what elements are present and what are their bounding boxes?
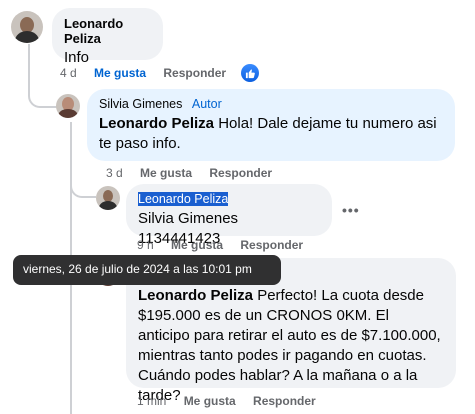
more-options-icon[interactable]: ••• (342, 202, 360, 218)
comment-text: Info (64, 49, 90, 66)
avatar[interactable] (56, 94, 80, 118)
like-icon[interactable] (241, 64, 259, 82)
comment-actions: 3 d Me gusta Responder (106, 166, 286, 180)
comment-bubble: Leonardo Peliza Info (52, 8, 163, 66)
like-button[interactable]: Me gusta (184, 394, 236, 408)
reply-button[interactable]: Responder (253, 394, 316, 408)
comment-time[interactable]: 1 min (137, 394, 166, 408)
comment-actions: 1 min Me gusta Responder (137, 394, 330, 408)
reply-button[interactable]: Responder (209, 166, 272, 180)
mention-link[interactable]: Silvia Gimenes (138, 210, 238, 227)
comment-text: Perfecto! La cuota desde $195.000 es de … (138, 287, 441, 404)
like-button[interactable]: Me gusta (94, 66, 146, 80)
comment-bubble: Leonardo Peliza Silvia Gimenes 113444142… (126, 184, 332, 247)
comment-time[interactable]: 4 d (60, 66, 77, 80)
avatar[interactable] (11, 11, 43, 43)
comment-author[interactable]: Leonardo Peliza (64, 16, 151, 46)
avatar[interactable] (96, 186, 120, 210)
thread-line-1 (28, 44, 60, 108)
like-button[interactable]: Me gusta (171, 238, 223, 252)
comment-bubble: Silvia Gimenes Autor Leonardo Peliza Hol… (87, 89, 455, 161)
comment-time[interactable]: 3 d (106, 166, 123, 180)
comment-author[interactable]: Leonardo Peliza (138, 192, 229, 206)
comment-time[interactable]: 9 h (137, 238, 154, 252)
mention-link[interactable]: Leonardo Peliza (99, 115, 214, 132)
timestamp-tooltip: viernes, 26 de julio de 2024 a las 10:01… (13, 255, 281, 285)
comment-author[interactable]: Silvia Gimenes (99, 97, 182, 111)
reply-button[interactable]: Responder (240, 238, 303, 252)
comment-actions: 4 d Me gusta Responder (60, 66, 240, 80)
thread-line-3 (70, 162, 96, 198)
comment-actions: 9 h Me gusta Responder (137, 238, 317, 252)
mention-link[interactable]: Leonardo Peliza (138, 287, 253, 304)
reply-button[interactable]: Responder (163, 66, 226, 80)
like-button[interactable]: Me gusta (140, 166, 192, 180)
author-badge: Autor (191, 97, 222, 111)
